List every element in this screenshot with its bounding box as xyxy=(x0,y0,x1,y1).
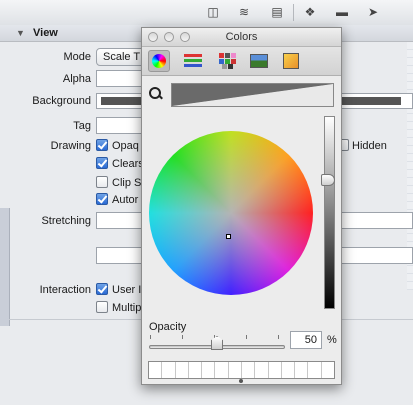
resize-grip-icon[interactable] xyxy=(239,379,243,383)
stretching-field-4[interactable] xyxy=(339,247,413,264)
swatch-cell[interactable] xyxy=(255,362,269,378)
mode-label: Mode xyxy=(63,51,91,63)
stretching-field-2[interactable] xyxy=(339,212,413,229)
color-wheel-cursor[interactable] xyxy=(226,234,231,239)
multiple-touch-label: Multip xyxy=(112,302,142,314)
opacity-field[interactable]: 50 xyxy=(290,331,322,349)
opaque-label: Opaq xyxy=(112,140,139,152)
magnifier-icon[interactable] xyxy=(148,86,164,102)
opacity-slider-knob[interactable] xyxy=(211,336,223,350)
colors-tab-bar xyxy=(142,47,341,76)
swatch-cell[interactable] xyxy=(322,362,334,378)
image-palettes-icon xyxy=(250,54,268,68)
crayons-icon xyxy=(283,53,299,69)
user-interaction-checkbox[interactable] xyxy=(96,283,108,295)
size-icon[interactable]: ▤ xyxy=(270,5,284,19)
drawing-label: Drawing xyxy=(50,140,91,152)
clears-label: Clears xyxy=(112,158,144,170)
background-label: Background xyxy=(32,95,91,107)
tab-color-sliders[interactable] xyxy=(182,50,204,72)
tab-image-palettes[interactable] xyxy=(248,50,270,72)
alpha-label: Alpha xyxy=(62,73,91,85)
background-color-well-right[interactable] xyxy=(339,93,413,109)
autoresize-label: Autor xyxy=(112,194,139,206)
connections-icon[interactable]: ❖ xyxy=(303,5,317,19)
tab-color-palettes[interactable] xyxy=(217,50,239,72)
swatch-cell[interactable] xyxy=(229,362,242,378)
swatch-cell[interactable] xyxy=(242,362,256,378)
document-icon[interactable]: ◫ xyxy=(206,5,220,19)
left-panel-edge xyxy=(0,208,10,326)
swatch-cell[interactable] xyxy=(269,362,282,378)
interaction-label: Interaction xyxy=(39,284,91,296)
swatch-cell[interactable] xyxy=(189,362,203,378)
opaque-checkbox[interactable] xyxy=(96,139,108,151)
swatch-cell[interactable] xyxy=(295,362,309,378)
user-interaction-label: User I xyxy=(112,284,142,296)
forward-arrow-icon[interactable]: ➤ xyxy=(366,5,380,19)
swatch-cell[interactable] xyxy=(149,362,163,378)
stretching-label: Stretching xyxy=(41,215,91,227)
ruler-icon[interactable]: ▬ xyxy=(335,5,349,19)
swatch-cell[interactable] xyxy=(282,362,296,378)
multiple-touch-checkbox[interactable] xyxy=(96,301,108,313)
brightness-slider-track[interactable] xyxy=(324,116,335,309)
colors-title: Colors xyxy=(225,31,258,43)
tab-crayons[interactable] xyxy=(280,50,302,72)
swatch-cell[interactable] xyxy=(162,362,176,378)
clip-label: Clip S xyxy=(112,177,142,189)
color-palettes-icon xyxy=(219,53,237,69)
colors-panel: Colors Opacity 50 % xyxy=(141,27,342,385)
hidden-label: Hidden xyxy=(352,140,387,152)
color-wheel[interactable] xyxy=(149,131,313,295)
mode-value: Scale T xyxy=(103,51,141,63)
opacity-unit: % xyxy=(327,334,337,346)
swatch-cell[interactable] xyxy=(202,362,216,378)
tag-label: Tag xyxy=(73,120,91,132)
autoresize-checkbox[interactable] xyxy=(96,193,108,205)
disclosure-triangle-icon[interactable]: ▼ xyxy=(16,25,25,41)
opacity-label: Opacity xyxy=(149,321,187,333)
current-color-swatch[interactable] xyxy=(171,83,334,107)
custom-swatches[interactable] xyxy=(148,361,335,379)
swatch-cell[interactable] xyxy=(176,362,189,378)
clip-subviews-checkbox[interactable] xyxy=(96,176,108,188)
color-sliders-icon xyxy=(184,53,202,69)
section-title: View xyxy=(33,27,58,39)
attributes-icon[interactable]: ≋ xyxy=(237,5,251,19)
tab-color-wheel[interactable] xyxy=(148,50,170,72)
color-wheel-icon xyxy=(152,54,166,68)
brightness-slider-knob[interactable] xyxy=(321,173,335,186)
colors-title-bar[interactable]: Colors xyxy=(142,28,341,47)
clears-context-checkbox[interactable] xyxy=(96,157,108,169)
swatch-cell[interactable] xyxy=(308,362,322,378)
inspector-toolbar: ◫ ≋ ▤ ❖ ▬ ➤ xyxy=(0,0,413,26)
swatch-cell[interactable] xyxy=(215,362,229,378)
